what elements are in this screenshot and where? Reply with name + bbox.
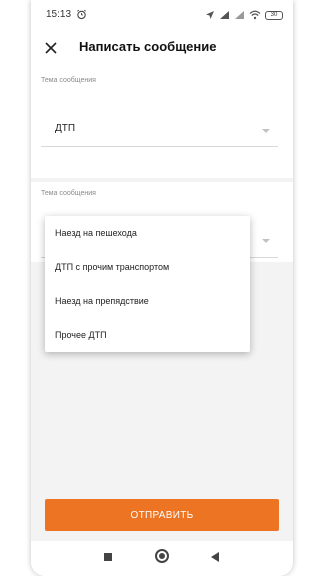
menu-item-pedestrian[interactable]: Наезд на пешехода (45, 216, 250, 250)
page-title: Написать сообщение (79, 39, 217, 54)
topic-value-1: ДТП (55, 123, 76, 134)
field-divider-1 (41, 146, 278, 147)
topic-select-1[interactable]: ДТП (41, 102, 278, 144)
topic-label-1: Тема сообщения (41, 77, 96, 84)
close-button[interactable] (41, 38, 61, 58)
signal-icon (220, 11, 229, 19)
battery-level: 30 (270, 12, 278, 18)
battery-icon: 30 (265, 10, 283, 20)
menu-item-other[interactable]: Прочее ДТП (45, 318, 250, 352)
nav-back-icon[interactable] (104, 553, 112, 561)
topic-label-2: Тема сообщения (41, 190, 96, 197)
menu-item-label: Наезд на препядствие (55, 296, 149, 306)
close-icon (45, 42, 57, 54)
menu-item-label: Наезд на пешехода (55, 228, 137, 238)
signal-icon-2 (235, 11, 244, 19)
navigation-bar (31, 541, 293, 576)
status-bar: 15:13 30 (31, 0, 293, 30)
menu-item-other-vehicle[interactable]: ДТП с прочим транспортом (45, 250, 250, 284)
nav-recent-icon[interactable] (211, 552, 219, 562)
nav-home-icon[interactable] (155, 549, 169, 563)
topic-dropdown-menu: Наезд на пешехода ДТП с прочим транспорт… (45, 216, 250, 352)
location-arrow-icon (206, 11, 214, 19)
app-header: Написать сообщение (31, 30, 293, 66)
status-time: 15:13 (46, 9, 72, 20)
device-screen: 15:13 30 Написать сообщение Тема сообщен… (31, 0, 293, 576)
menu-item-obstacle[interactable]: Наезд на препядствие (45, 284, 250, 318)
chevron-down-icon (262, 129, 270, 133)
status-icons: 30 (205, 9, 283, 21)
menu-item-label: Прочее ДТП (55, 330, 107, 340)
send-button[interactable]: ОТПРАВИТЬ (45, 499, 279, 531)
chevron-down-icon-2 (262, 239, 270, 243)
menu-item-label: ДТП с прочим транспортом (55, 262, 170, 272)
alarm-icon (77, 9, 86, 20)
nav-home-dot (159, 553, 165, 559)
topic-card-1: Тема сообщения ДТП (31, 66, 293, 178)
wifi-icon (249, 10, 261, 20)
send-button-label: ОТПРАВИТЬ (130, 509, 194, 521)
